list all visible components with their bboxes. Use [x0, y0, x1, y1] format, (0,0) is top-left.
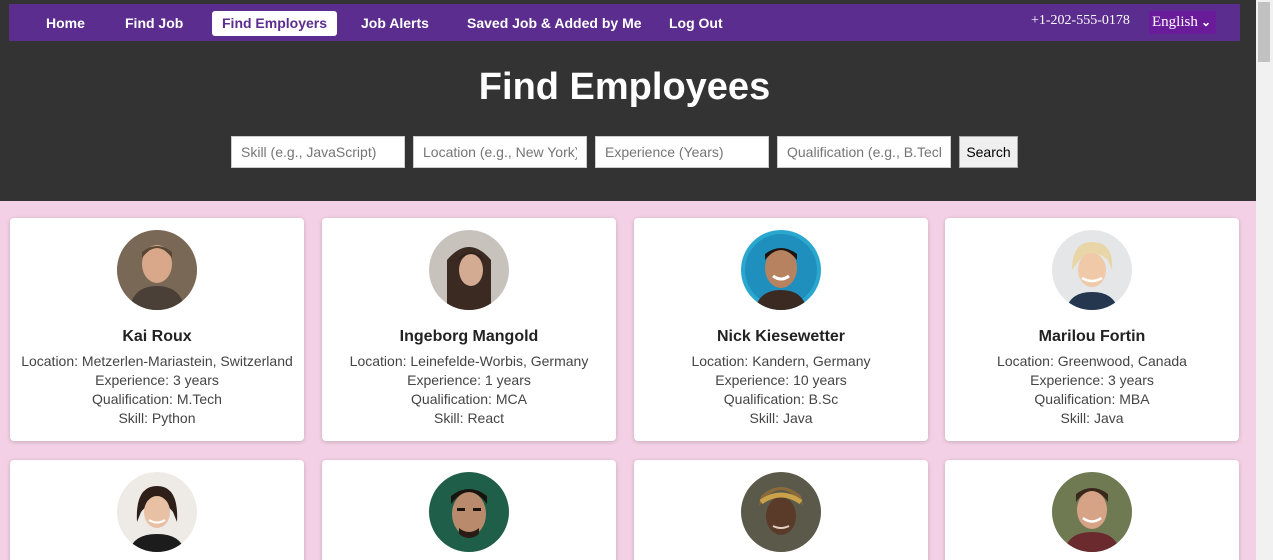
language-value: English	[1152, 14, 1198, 30]
avatar	[741, 230, 821, 310]
contact-phone: +1-202-555-0178	[1031, 13, 1130, 28]
nav-find-employers[interactable]: Find Employers	[212, 11, 338, 36]
candidate-name: Ingeborg Mangold	[399, 328, 539, 345]
avatar	[1052, 230, 1132, 310]
language-select[interactable]: English ⌄	[1149, 11, 1216, 34]
candidate-location: Location: Leinefelde-Worbis, Germany	[349, 353, 589, 369]
candidate-location: Location: Greenwood, Canada	[997, 353, 1187, 369]
page-scrollbar[interactable]	[1256, 0, 1273, 560]
candidate-card[interactable]	[945, 460, 1239, 560]
qualification-input[interactable]	[777, 136, 951, 168]
page-title: Find Employees	[478, 66, 771, 108]
nav-find-job[interactable]: Find Job	[115, 11, 193, 36]
candidate-location: Location: Metzerlen-Mariastein, Switzerla…	[21, 353, 293, 369]
candidate-card[interactable]	[10, 460, 304, 560]
candidate-card[interactable]: Nick Kiesewetter Location: Kandern, Germa…	[634, 218, 928, 441]
candidate-skill: Skill: Python	[118, 410, 196, 426]
candidate-skill: Skill: Java	[1060, 410, 1124, 426]
candidate-experience: Experience: 1 years	[407, 372, 531, 388]
candidate-card[interactable]: Marilou Fortin Location: Greenwood, Canad…	[945, 218, 1239, 441]
candidate-name: Marilou Fortin	[1038, 328, 1146, 345]
avatar	[117, 472, 197, 552]
nav-job-alerts[interactable]: Job Alerts	[351, 11, 439, 36]
nav-log-out[interactable]: Log Out	[659, 11, 733, 36]
candidate-qualification: Qualification: M.Tech	[92, 391, 222, 407]
candidate-card[interactable]	[634, 460, 928, 560]
avatar	[429, 472, 509, 552]
avatar	[741, 472, 821, 552]
scrollbar-thumb[interactable]	[1258, 2, 1270, 62]
candidate-name: Kai Roux	[122, 328, 192, 345]
candidate-qualification: Qualification: B.Sc	[723, 391, 839, 407]
candidate-experience: Experience: 3 years	[1030, 372, 1154, 388]
avatar	[117, 230, 197, 310]
chevron-down-icon: ⌄	[1200, 15, 1211, 29]
candidate-skill: Skill: React	[433, 410, 505, 426]
candidate-qualification: Qualification: MCA	[411, 391, 527, 407]
candidate-card[interactable]: Ingeborg Mangold Location: Leinefelde-Wor…	[322, 218, 616, 441]
candidate-location: Location: Kandern, Germany	[691, 353, 871, 369]
avatar	[429, 230, 509, 310]
candidate-card[interactable]	[322, 460, 616, 560]
candidate-skill: Skill: Java	[749, 410, 813, 426]
nav-saved-jobs[interactable]: Saved Job & Added by Me	[457, 11, 652, 36]
candidate-qualification: Qualification: MBA	[1034, 391, 1150, 407]
location-input[interactable]	[413, 136, 587, 168]
candidate-experience: Experience: 3 years	[95, 372, 219, 388]
candidate-experience: Experience: 10 years	[715, 372, 847, 388]
avatar	[1052, 472, 1132, 552]
candidate-name: Nick Kiesewetter	[716, 328, 846, 345]
skill-input[interactable]	[231, 136, 405, 168]
experience-input[interactable]	[595, 136, 769, 168]
nav-home[interactable]: Home	[36, 11, 95, 36]
top-navbar: Home Find Job Find Employers Job Alerts …	[9, 4, 1240, 41]
search-button[interactable]: Search	[959, 136, 1018, 168]
candidate-card[interactable]: Kai Roux Location: Metzerlen-Mariastein, …	[10, 218, 304, 441]
